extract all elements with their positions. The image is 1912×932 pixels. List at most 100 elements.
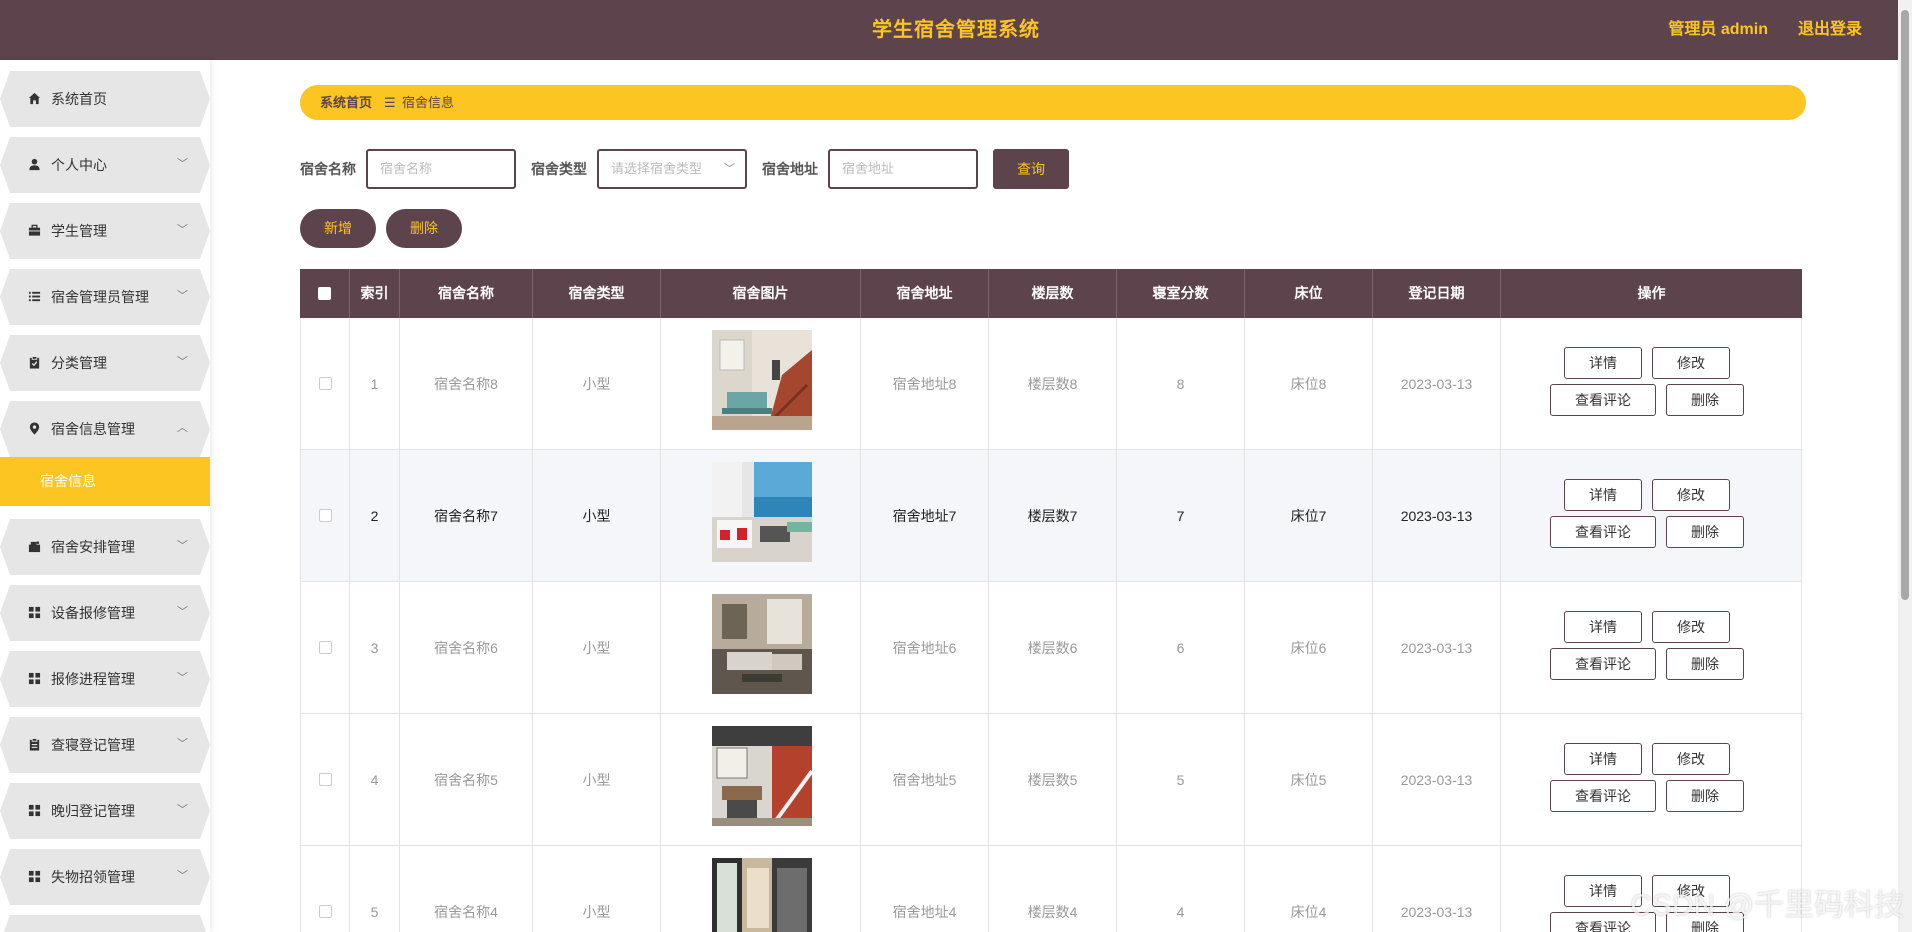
sidebar-item-repair-progress[interactable]: 报修进程管理 ﹀ <box>0 651 210 707</box>
header-select-all[interactable] <box>300 269 350 318</box>
header-score: 寝室分数 <box>1117 269 1245 318</box>
dorm-photo <box>712 330 812 430</box>
table-row: 4 宿舍名称5 小型 宿舍地址5 楼层数5 5 床位5 2023-03-13 详… <box>300 714 1802 846</box>
detail-button[interactable]: 详情 <box>1564 479 1642 511</box>
sidebar-item-label: 学生管理 <box>51 223 107 239</box>
dorm-photo <box>712 726 812 826</box>
dorm-type-label: 宿舍类型 <box>531 161 587 177</box>
delete-button[interactable]: 删除 <box>1666 384 1744 416</box>
row-checkbox[interactable] <box>319 509 332 522</box>
cell-name: 宿舍名称6 <box>400 582 533 714</box>
cell-address: 宿舍地址5 <box>861 714 989 846</box>
query-button[interactable]: 查询 <box>993 149 1069 189</box>
cell-name: 宿舍名称8 <box>400 318 533 450</box>
view-comments-button[interactable]: 查看评论 <box>1550 780 1656 812</box>
sidebar-item-more[interactable] <box>0 915 210 932</box>
sidebar-item-dorm-arrangement[interactable]: 宿舍安排管理 ﹀ <box>0 519 210 575</box>
dorm-name-input[interactable]: 宿舍名称 <box>366 149 516 189</box>
cell-date: 2023-03-13 <box>1373 582 1501 714</box>
sidebar-subitem-dorm-info[interactable]: 宿舍信息 <box>0 457 210 506</box>
cell-name: 宿舍名称5 <box>400 714 533 846</box>
header-type: 宿舍类型 <box>533 269 661 318</box>
sidebar: 系统首页 个人中心 ﹀ 学生管理 ﹀ 宿舍管理员管理 ﹀ 分类管理 ﹀ 宿舍信息… <box>0 60 210 932</box>
cell-floors: 楼层数7 <box>989 450 1117 582</box>
cell-floors: 楼层数4 <box>989 846 1117 932</box>
table-row: 3 宿舍名称6 小型 宿舍地址6 楼层数6 6 床位6 2023-03-13 详… <box>300 582 1802 714</box>
detail-button[interactable]: 详情 <box>1564 347 1642 379</box>
dorm-address-label: 宿舍地址 <box>762 161 818 177</box>
dorm-address-input[interactable]: 宿舍地址 <box>828 149 978 189</box>
cell-bed: 床位5 <box>1245 714 1373 846</box>
delete-button[interactable]: 删除 <box>1666 516 1744 548</box>
dorm-photo <box>712 858 812 932</box>
sidebar-item-dorm-admins[interactable]: 宿舍管理员管理 ﹀ <box>0 269 210 325</box>
view-comments-button[interactable]: 查看评论 <box>1550 516 1656 548</box>
edit-button[interactable]: 修改 <box>1652 611 1730 643</box>
cell-type: 小型 <box>533 714 661 846</box>
row-select-cell <box>300 582 350 714</box>
watermark-text: CSDN @千里码科技 <box>1630 889 1904 922</box>
dorm-photo <box>712 594 812 694</box>
delete-button[interactable]: 删除 <box>1666 780 1744 812</box>
dorm-table: 索引 宿舍名称 宿舍类型 宿舍图片 宿舍地址 楼层数 寝室分数 床位 登记日期 … <box>300 269 1802 932</box>
scrollbar-thumb[interactable] <box>1901 10 1909 600</box>
sidebar-item-students[interactable]: 学生管理 ﹀ <box>0 203 210 259</box>
sidebar-item-repair[interactable]: 设备报修管理 ﹀ <box>0 585 210 641</box>
grid-icon <box>27 869 41 883</box>
row-checkbox[interactable] <box>319 641 332 654</box>
cell-name: 宿舍名称4 <box>400 846 533 932</box>
user-icon <box>27 157 41 171</box>
sidebar-item-categories[interactable]: 分类管理 ﹀ <box>0 335 210 391</box>
breadcrumb-current: 宿舍信息 <box>402 95 455 110</box>
row-checkbox[interactable] <box>319 905 332 918</box>
sidebar-item-dorm-info[interactable]: 宿舍信息管理 ︿ <box>0 401 210 457</box>
row-checkbox[interactable] <box>319 773 332 786</box>
header-bed: 床位 <box>1245 269 1373 318</box>
cell-score: 7 <box>1117 450 1245 582</box>
cell-date: 2023-03-13 <box>1373 450 1501 582</box>
header-image: 宿舍图片 <box>661 269 861 318</box>
sidebar-item-inspection[interactable]: 查寝登记管理 ﹀ <box>0 717 210 773</box>
table-row: 5 宿舍名称4 小型 宿舍地址4 楼层数4 4 床位4 2023-03-13 详… <box>300 846 1802 932</box>
edit-button[interactable]: 修改 <box>1652 347 1730 379</box>
grid-icon <box>27 671 41 685</box>
chevron-down-icon: ﹀ <box>177 672 188 684</box>
breadcrumb-home[interactable]: 系统首页 <box>320 85 372 120</box>
row-checkbox[interactable] <box>319 377 332 390</box>
breadcrumb-separator-icon: ☰ <box>384 95 396 110</box>
sidebar-item-profile[interactable]: 个人中心 ﹀ <box>0 137 210 193</box>
view-comments-button[interactable]: 查看评论 <box>1550 648 1656 680</box>
page-scrollbar[interactable] <box>1898 0 1912 932</box>
breadcrumb: 系统首页 ☰ 宿舍信息 <box>300 85 1806 120</box>
batch-delete-button[interactable]: 删除 <box>386 209 462 248</box>
clipboard-icon <box>27 737 41 751</box>
select-all-checkbox[interactable] <box>318 287 331 300</box>
header-date: 登记日期 <box>1373 269 1501 318</box>
cell-index: 5 <box>350 846 400 932</box>
edit-button[interactable]: 修改 <box>1652 479 1730 511</box>
logout-link[interactable]: 退出登录 <box>1798 0 1862 60</box>
table-row: 1 宿舍名称8 小型 宿舍地址8 楼层数8 8 床位8 2023-03-13 详… <box>300 318 1802 450</box>
edit-button[interactable]: 修改 <box>1652 743 1730 775</box>
sidebar-item-lost-found[interactable]: 失物招领管理 ﹀ <box>0 849 210 905</box>
admin-label: 管理员 admin <box>1668 21 1768 38</box>
sidebar-item-home[interactable]: 系统首页 <box>0 71 210 127</box>
chevron-down-icon: ﹀ <box>177 158 188 170</box>
sidebar-item-label: 个人中心 <box>51 157 107 173</box>
sidebar-item-late-return[interactable]: 晚归登记管理 ﹀ <box>0 783 210 839</box>
dorm-type-select[interactable]: 请选择宿舍类型 ﹀ <box>597 149 747 189</box>
cell-type: 小型 <box>533 450 661 582</box>
view-comments-button[interactable]: 查看评论 <box>1550 384 1656 416</box>
cell-score: 8 <box>1117 318 1245 450</box>
sidebar-item-label: 分类管理 <box>51 355 107 371</box>
sidebar-item-label: 晚归登记管理 <box>51 803 135 819</box>
sidebar-subitem-label: 宿舍信息 <box>40 473 96 489</box>
cell-score: 4 <box>1117 846 1245 932</box>
detail-button[interactable]: 详情 <box>1564 611 1642 643</box>
briefcase-icon <box>27 223 41 237</box>
add-button[interactable]: 新增 <box>300 209 376 248</box>
detail-button[interactable]: 详情 <box>1564 743 1642 775</box>
delete-button[interactable]: 删除 <box>1666 648 1744 680</box>
cell-score: 6 <box>1117 582 1245 714</box>
chevron-down-icon: ﹀ <box>177 804 188 816</box>
